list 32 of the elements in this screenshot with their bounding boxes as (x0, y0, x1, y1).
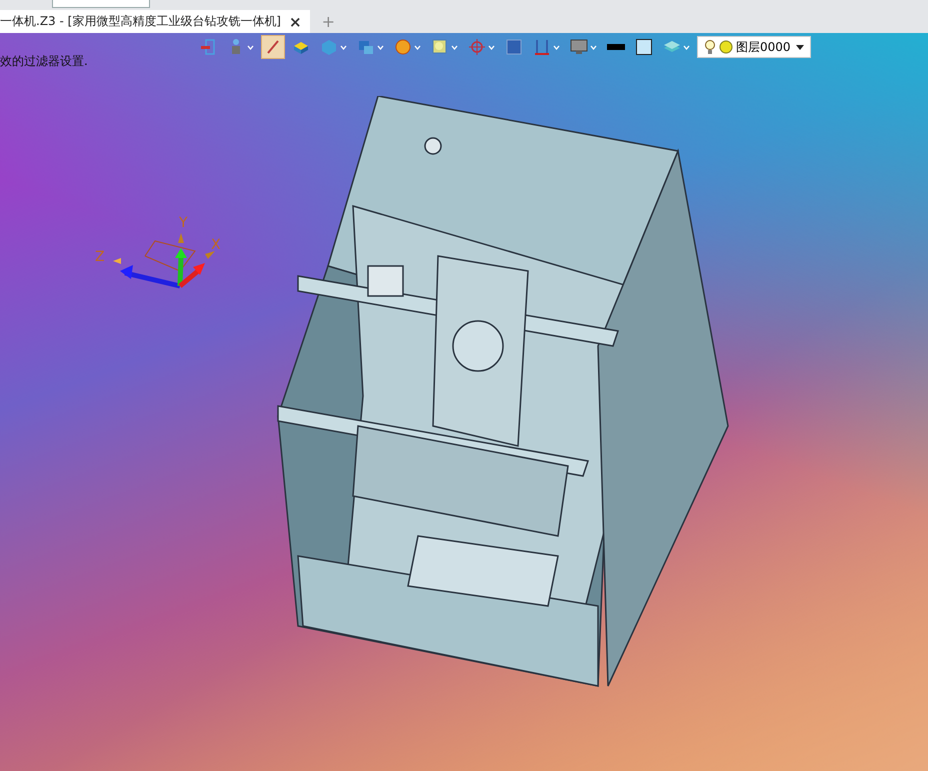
caret-icon (340, 44, 347, 50)
layer-status-icon (719, 40, 733, 54)
caret-icon (683, 44, 690, 50)
status-hint: 效的过滤器设置. (0, 53, 89, 70)
axis-label: Z (95, 249, 105, 265)
caret-icon (247, 44, 254, 50)
caret-icon (590, 44, 597, 50)
tool-icon (199, 38, 217, 56)
axis-label: X (211, 237, 221, 253)
tool-icon (570, 38, 588, 56)
tool-icon (394, 38, 412, 56)
caret-icon (553, 44, 560, 50)
tool-icon (533, 38, 551, 56)
tool-icon (431, 38, 449, 56)
close-button[interactable]: × (287, 12, 304, 30)
axis-label: Y (179, 215, 188, 231)
lightbulb-icon (704, 39, 716, 55)
layer-dropdown[interactable]: 图层0000 (697, 36, 811, 58)
caret-icon (451, 44, 458, 50)
caret-icon (488, 44, 495, 50)
dropdown-arrow-icon (796, 44, 804, 50)
tool-icon (320, 38, 338, 56)
tool-icon (505, 38, 523, 56)
caret-icon (377, 44, 384, 50)
document-tab[interactable]: 一体机.Z3 - [家用微型高精度工业级台钻攻铣一体机] × (0, 10, 310, 33)
tool-icon (607, 44, 625, 50)
select-field[interactable] (52, 0, 150, 8)
tab-title: 一体机.Z3 - [家用微型高精度工业级台钻攻铣一体机] (0, 13, 281, 30)
tool-icon (635, 38, 653, 56)
tool-icon (468, 38, 486, 56)
caret-icon (414, 44, 421, 50)
tool-icon (357, 38, 375, 56)
